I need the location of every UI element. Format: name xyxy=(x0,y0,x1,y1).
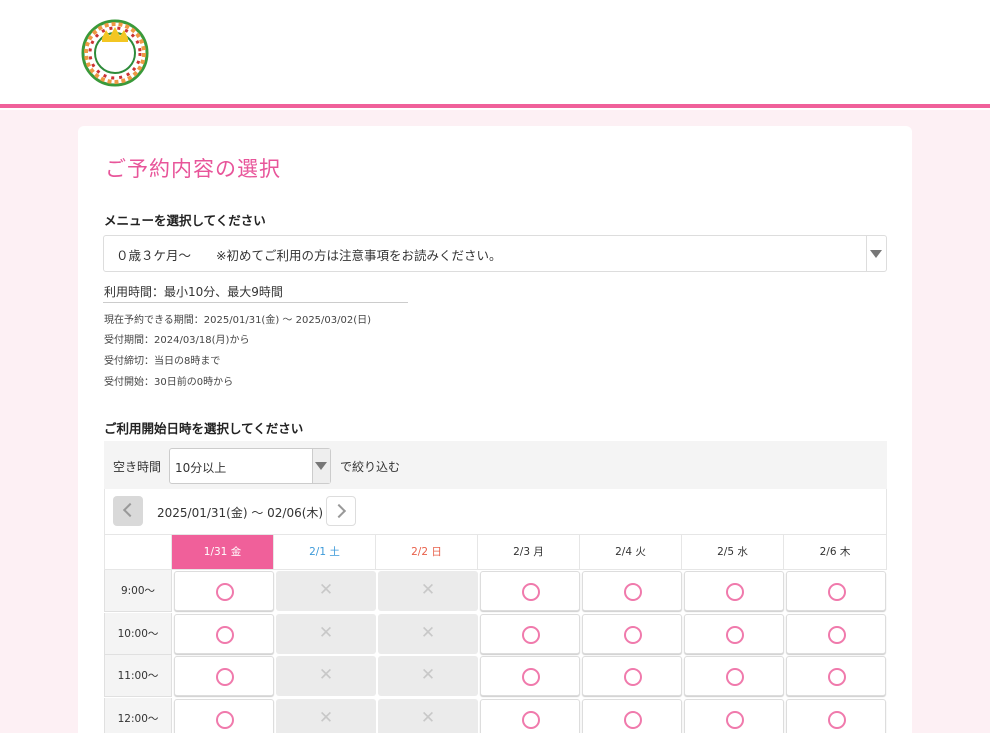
available-slot[interactable] xyxy=(786,571,886,611)
available-circle-icon xyxy=(216,583,234,601)
unavailable-cross-icon: ✕ xyxy=(318,580,334,600)
acceptance-start: 受付開始：30日前の0時から xyxy=(104,377,234,388)
available-slot[interactable] xyxy=(684,656,784,696)
day-header: 2/5 水 xyxy=(682,535,784,570)
available-circle-icon xyxy=(828,583,846,601)
available-slot[interactable] xyxy=(786,613,886,654)
available-circle-icon xyxy=(726,625,744,644)
available-circle-icon xyxy=(726,668,744,686)
available-circle-icon xyxy=(216,625,234,644)
available-slot[interactable] xyxy=(582,613,682,654)
unavailable-cross-icon: ✕ xyxy=(318,665,334,685)
unavailable-cross-icon: ✕ xyxy=(420,707,436,728)
week-range: 2025/01/31(金) 〜 02/06(木) xyxy=(157,506,324,520)
available-circle-icon xyxy=(522,668,540,686)
next-week-button[interactable] xyxy=(326,496,356,526)
chevron-down-icon xyxy=(870,250,882,258)
unavailable-cross-icon: ✕ xyxy=(420,665,436,685)
available-slot[interactable] xyxy=(582,571,682,611)
available-circle-icon xyxy=(828,625,846,644)
available-circle-icon xyxy=(522,710,540,729)
menu-section-label: メニューを選択してください xyxy=(104,213,266,228)
header-divider xyxy=(0,108,990,110)
available-circle-icon xyxy=(216,710,234,729)
available-circle-icon xyxy=(522,583,540,601)
unavailable-slot: ✕ xyxy=(276,571,376,611)
chevron-down-icon xyxy=(315,462,327,470)
unavailable-slot: ✕ xyxy=(276,656,376,696)
menu-select-arrow[interactable] xyxy=(866,236,886,271)
available-slot[interactable] xyxy=(480,656,580,696)
unavailable-slot: ✕ xyxy=(378,656,478,696)
site-header xyxy=(0,0,990,104)
unavailable-slot: ✕ xyxy=(276,698,376,733)
available-circle-icon xyxy=(828,710,846,729)
unavailable-cross-icon: ✕ xyxy=(420,580,436,600)
menu-select-value: ０歳３ケ月〜 ※初めてご利用の方は注意事項をお読みください。 xyxy=(116,248,502,263)
filter-suffix: で絞り込む xyxy=(340,460,401,474)
filter-label: 空き時間 xyxy=(113,460,162,474)
unavailable-slot: ✕ xyxy=(276,613,376,654)
available-slot[interactable] xyxy=(174,571,274,611)
kids-crone-logo[interactable] xyxy=(80,16,150,88)
day-header: 2/1 土 xyxy=(274,535,376,570)
unavailable-cross-icon: ✕ xyxy=(318,622,334,643)
available-slot[interactable] xyxy=(684,613,784,654)
available-slot[interactable] xyxy=(786,698,886,733)
day-header: 2/2 日 xyxy=(376,535,478,570)
available-slot[interactable] xyxy=(684,698,784,733)
page-title: ご予約内容の選択 xyxy=(105,157,281,181)
chevron-right-icon xyxy=(331,503,347,519)
day-header: 2/6 木 xyxy=(784,535,887,570)
available-slot[interactable] xyxy=(174,698,274,733)
available-circle-icon xyxy=(624,583,642,601)
free-time-select-arrow[interactable] xyxy=(312,449,330,483)
available-slot[interactable] xyxy=(582,656,682,696)
unavailable-slot: ✕ xyxy=(378,698,478,733)
chevron-left-icon xyxy=(122,502,138,518)
available-circle-icon xyxy=(624,625,642,644)
time-label: 10:00〜 xyxy=(104,612,172,655)
available-slot[interactable] xyxy=(480,571,580,611)
available-slot[interactable] xyxy=(684,571,784,611)
acceptance-deadline: 受付締切：当日の8時まで xyxy=(104,356,221,367)
week-navigation: 2025/01/31(金) 〜 02/06(木) xyxy=(104,489,887,535)
menu-select[interactable]: ０歳３ケ月〜 ※初めてご利用の方は注意事項をお読みください。 xyxy=(103,235,887,272)
available-slot[interactable] xyxy=(174,656,274,696)
available-circle-icon xyxy=(624,668,642,686)
available-circle-icon xyxy=(522,625,540,644)
available-slot[interactable] xyxy=(786,656,886,696)
available-circle-icon xyxy=(624,710,642,729)
usage-divider xyxy=(103,302,408,303)
availability-filter: 空き時間 10分以上 で絞り込む xyxy=(104,441,887,489)
schedule-section-label: ご利用開始日時を選択してください xyxy=(104,421,304,436)
free-time-value: 10分以上 xyxy=(175,461,227,475)
unavailable-cross-icon: ✕ xyxy=(420,622,436,643)
acceptance-period: 受付期間：2024/03/18(月)から xyxy=(104,335,250,346)
free-time-select[interactable]: 10分以上 xyxy=(169,448,331,484)
usage-time: 利用時間：最小10分、最大9時間 xyxy=(104,285,283,299)
day-header: 2/4 火 xyxy=(580,535,682,570)
available-slot[interactable] xyxy=(480,698,580,733)
day-header: 1/31 金 xyxy=(172,535,274,570)
available-slot[interactable] xyxy=(582,698,682,733)
reservable-period: 現在予約できる期間：2025/01/31(金) 〜 2025/03/02(日) xyxy=(104,315,372,326)
unavailable-cross-icon: ✕ xyxy=(318,707,334,728)
time-label: 11:00〜 xyxy=(104,655,172,697)
unavailable-slot: ✕ xyxy=(378,571,478,611)
available-circle-icon xyxy=(726,583,744,601)
time-label: 12:00〜 xyxy=(104,697,172,733)
available-circle-icon xyxy=(828,668,846,686)
available-slot[interactable] xyxy=(480,613,580,654)
day-header: 2/3 月 xyxy=(478,535,580,570)
grid-corner xyxy=(104,535,172,570)
available-slot[interactable] xyxy=(174,613,274,654)
available-circle-icon xyxy=(726,710,744,729)
time-label: 9:00〜 xyxy=(104,570,172,612)
unavailable-slot: ✕ xyxy=(378,613,478,654)
prev-week-button[interactable] xyxy=(113,496,143,526)
available-circle-icon xyxy=(216,668,234,686)
